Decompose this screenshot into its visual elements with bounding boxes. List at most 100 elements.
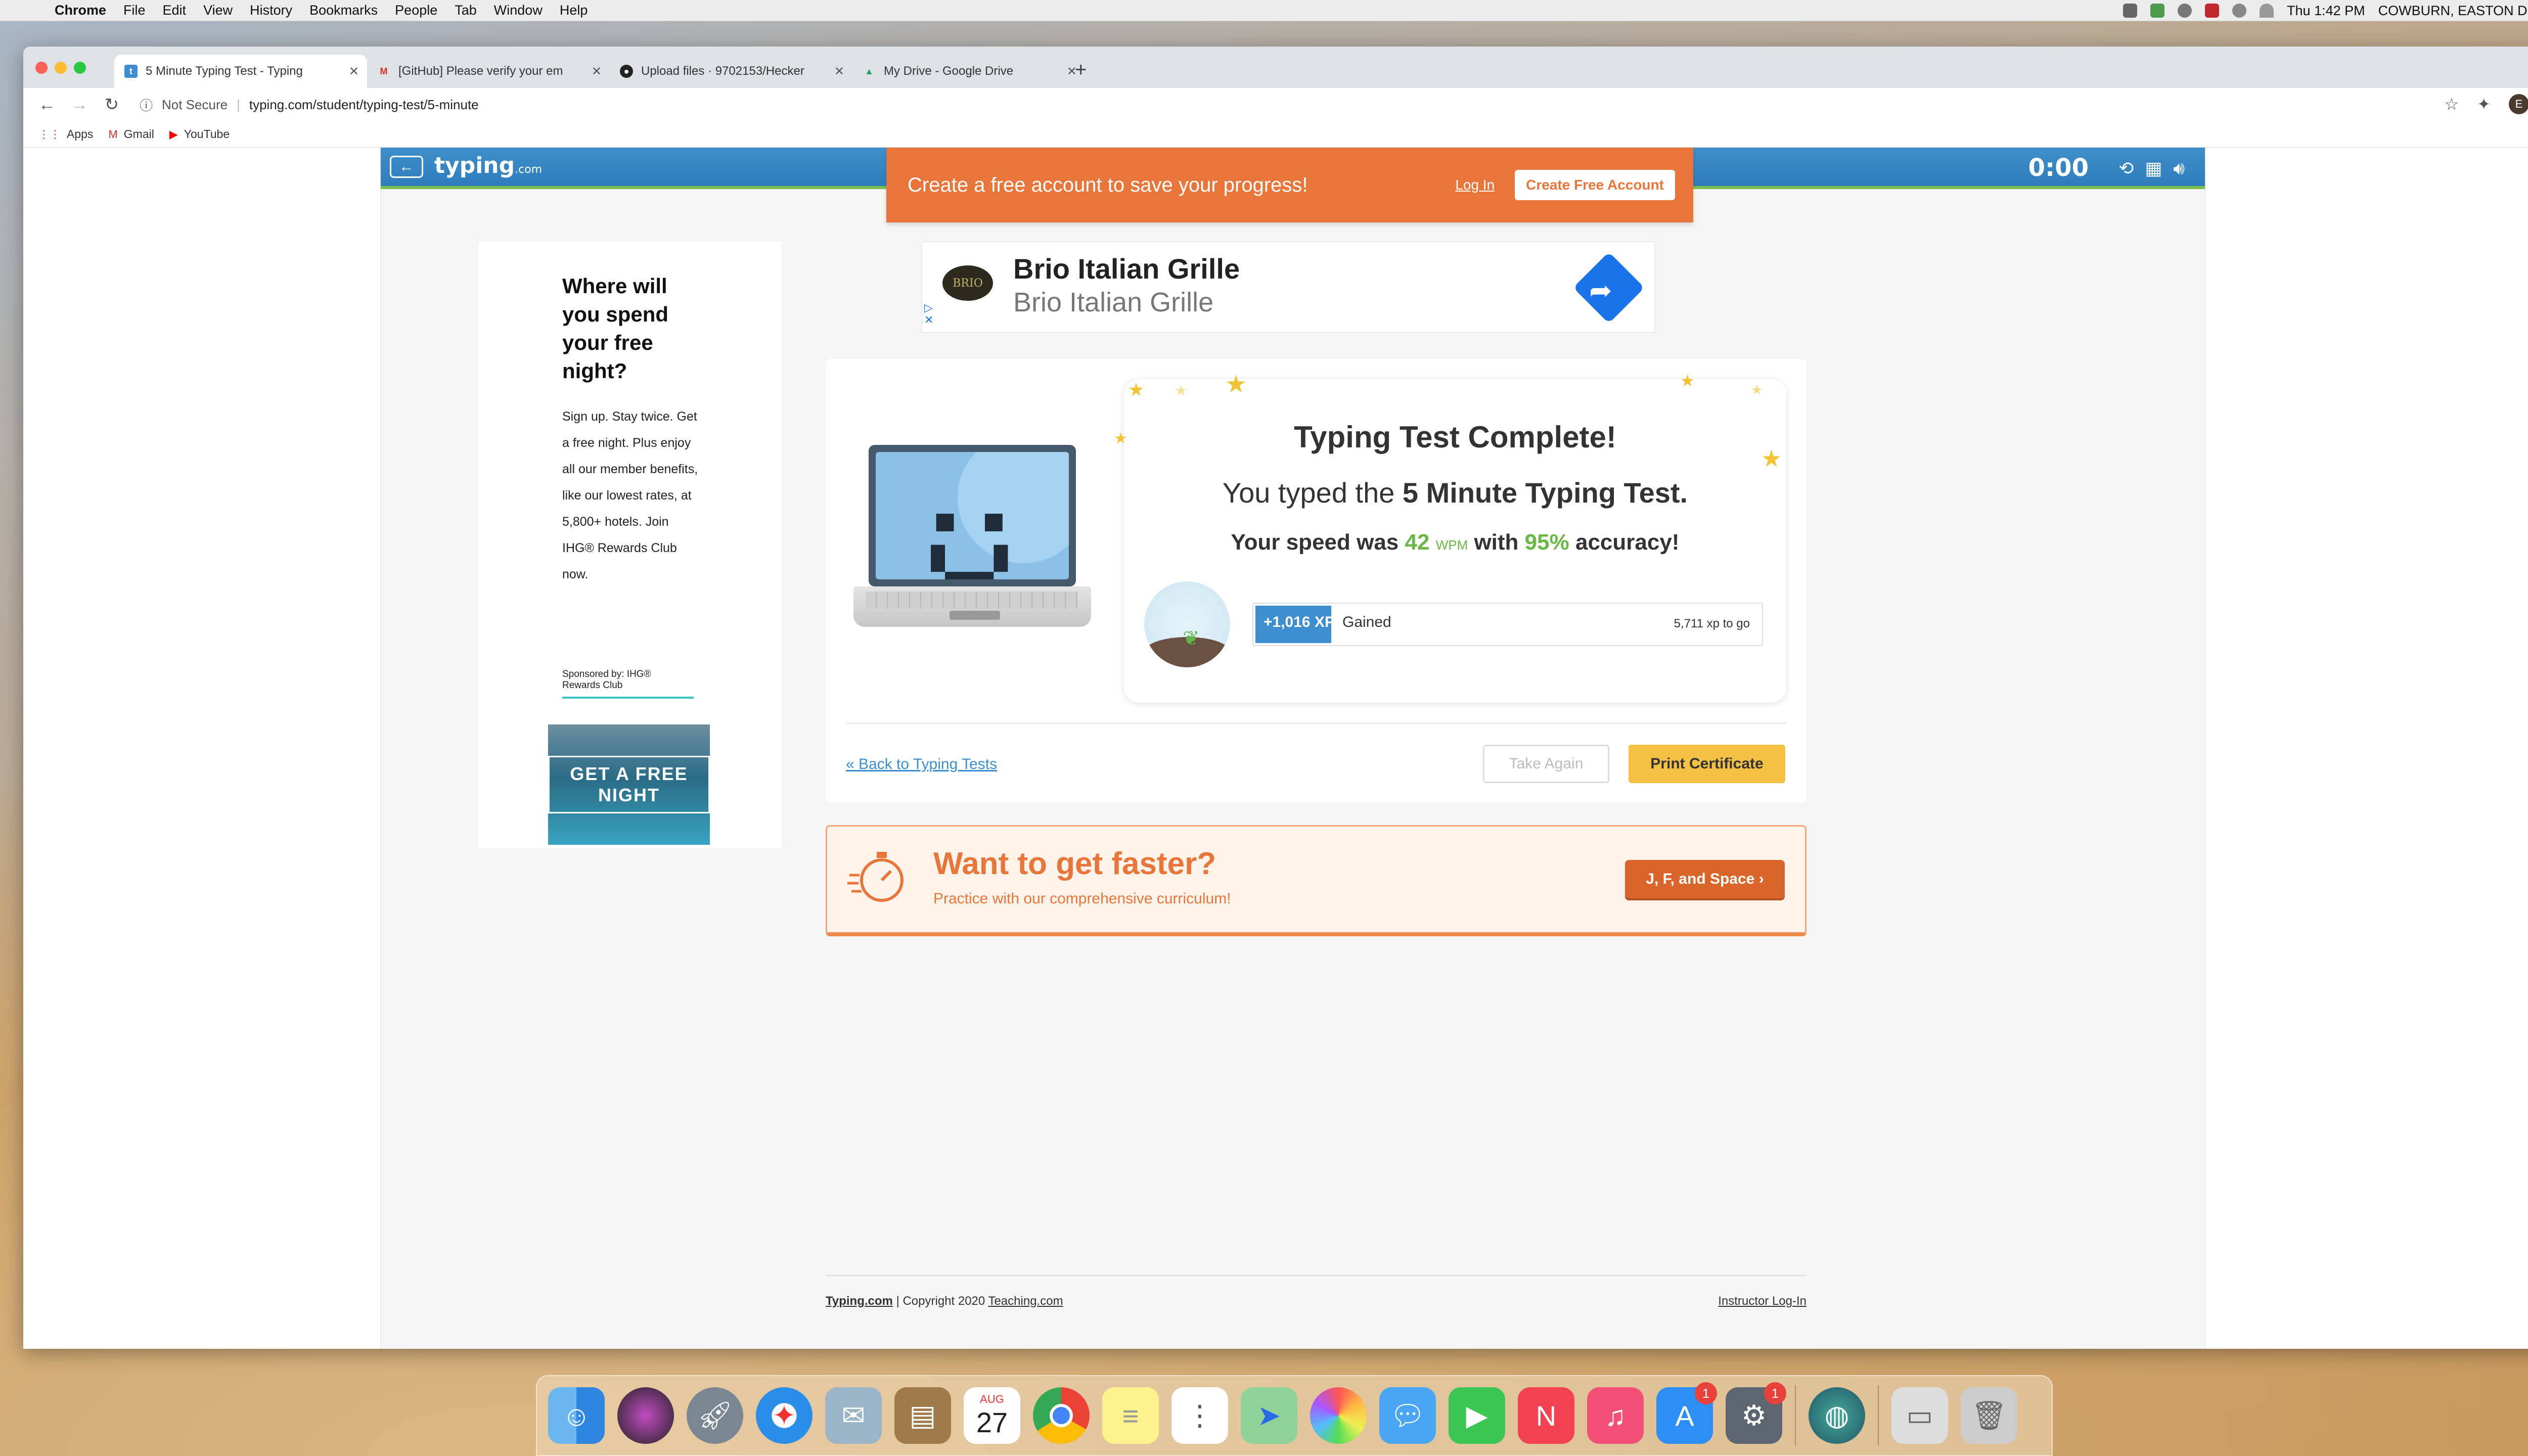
directions-icon[interactable]: ➦ bbox=[1573, 252, 1645, 324]
ad-image[interactable]: GET A FREE NIGHT bbox=[548, 724, 710, 845]
news-icon[interactable]: N bbox=[1518, 1387, 1574, 1444]
bookmark-star-icon[interactable]: ☆ bbox=[2445, 95, 2459, 114]
create-account-button[interactable]: Create Free Account bbox=[1515, 170, 1675, 200]
result-subtitle: You typed the 5 Minute Typing Test. bbox=[1124, 476, 1786, 509]
back-arrow-icon: ← bbox=[399, 158, 414, 175]
status-icon-5[interactable] bbox=[2232, 4, 2247, 18]
page-viewport: ← typing.com 0:00 ⟲ ▦ 🔊︎ Create a free a… bbox=[23, 148, 2528, 1349]
history-icon[interactable]: ⟲ bbox=[2118, 158, 2134, 179]
system-preferences-icon[interactable]: ⚙ 1 bbox=[1726, 1382, 1786, 1444]
contacts-icon[interactable]: ▤ bbox=[894, 1387, 951, 1444]
login-link[interactable]: Log In bbox=[1455, 177, 1495, 193]
status-icon-4[interactable] bbox=[2205, 4, 2220, 18]
site-logo[interactable]: typing.com bbox=[434, 153, 542, 178]
tab-close-icon[interactable]: ✕ bbox=[834, 64, 844, 79]
messages-icon[interactable]: 💬︎ bbox=[1379, 1387, 1436, 1444]
sound-icon[interactable]: 🔊︎ bbox=[2173, 158, 2185, 179]
footer-teaching-link[interactable]: Teaching.com bbox=[988, 1294, 1063, 1308]
zoom-window-button[interactable] bbox=[74, 62, 86, 74]
bookmark-youtube[interactable]: ▶ YouTube bbox=[169, 127, 230, 141]
menu-bookmarks[interactable]: Bookmarks bbox=[309, 3, 378, 18]
sidebar-ad[interactable]: Where will you spend your free night? Si… bbox=[478, 242, 782, 848]
reminders-icon[interactable]: ⋮ bbox=[1171, 1387, 1228, 1444]
footer-typing-link[interactable]: Typing.com bbox=[826, 1294, 893, 1308]
tab-title: Upload files · 9702153/Hecker bbox=[641, 64, 804, 78]
new-tab-icon[interactable]: + bbox=[1075, 59, 1087, 81]
status-icon-2[interactable] bbox=[2150, 4, 2165, 18]
menu-edit[interactable]: Edit bbox=[163, 3, 187, 18]
tab-google-drive[interactable]: ▲ My Drive - Google Drive ✕ bbox=[852, 55, 1085, 88]
menu-history[interactable]: History bbox=[250, 3, 292, 18]
adchoices-icon[interactable]: ▷ ✕ bbox=[924, 302, 933, 326]
launchpad-icon[interactable]: 🚀︎ bbox=[687, 1387, 743, 1444]
siri-icon[interactable] bbox=[617, 1387, 674, 1444]
result-speed: Your speed was 42 WPM with 95% accuracy! bbox=[1124, 530, 1786, 555]
profile-avatar[interactable]: E bbox=[2509, 94, 2528, 114]
keyboard-icon[interactable]: ▦ bbox=[2145, 158, 2162, 179]
downloads-icon[interactable]: ▭ bbox=[1891, 1387, 1948, 1444]
back-arrow-icon[interactable]: ← bbox=[38, 95, 56, 115]
tab-github-email[interactable]: M [GitHub] Please verify your em ✕ bbox=[367, 55, 610, 88]
menu-app-name[interactable]: Chrome bbox=[55, 3, 106, 18]
forward-arrow-icon[interactable]: → bbox=[71, 95, 88, 115]
wifi-icon[interactable] bbox=[2260, 4, 2274, 18]
url-text[interactable]: typing.com/student/typing-test/5-minute bbox=[249, 97, 479, 113]
finder-icon[interactable]: ☺ bbox=[548, 1387, 605, 1444]
minimize-window-button[interactable] bbox=[55, 62, 67, 74]
take-again-button[interactable]: Take Again bbox=[1483, 745, 1609, 783]
menu-window[interactable]: Window bbox=[494, 3, 543, 18]
address-bar[interactable]: ⓘ Not Secure | typing.com/student/typing… bbox=[140, 92, 2415, 117]
photos-icon[interactable] bbox=[1310, 1387, 1367, 1444]
github-icon: ● bbox=[620, 65, 633, 78]
status-icon-1[interactable] bbox=[2123, 4, 2138, 18]
safari-icon[interactable]: ✦ bbox=[756, 1387, 812, 1444]
chrome-icon[interactable] bbox=[1033, 1387, 1090, 1444]
tab-strip: t 5 Minute Typing Test - Typing ✕ M [Git… bbox=[23, 47, 2528, 88]
test-timer: 0:00 bbox=[2028, 154, 2089, 182]
tab-title: 5 Minute Typing Test - Typing bbox=[146, 64, 303, 78]
maps-icon[interactable]: ➤ bbox=[1241, 1387, 1297, 1444]
tab-github-upload[interactable]: ● Upload files · 9702153/Hecker ✕ bbox=[610, 55, 852, 88]
bookmark-gmail[interactable]: M Gmail bbox=[108, 127, 154, 141]
tab-close-icon[interactable]: ✕ bbox=[592, 64, 602, 79]
app-store-icon[interactable]: A1 bbox=[1656, 1382, 1717, 1444]
notes-icon[interactable]: ≡ bbox=[1102, 1387, 1159, 1444]
stopwatch-icon bbox=[847, 852, 904, 902]
info-icon[interactable]: ⓘ bbox=[140, 96, 153, 114]
menu-people[interactable]: People bbox=[395, 3, 437, 18]
site-footer: Typing.com | Copyright 2020 Teaching.com… bbox=[826, 1294, 1807, 1308]
lesson-button[interactable]: J, F, and Space › bbox=[1625, 860, 1785, 898]
mail-icon[interactable]: ✉ bbox=[825, 1387, 882, 1444]
extensions-puzzle-icon[interactable]: ✦ bbox=[2477, 95, 2491, 114]
signup-banner: Create a free account to save your progr… bbox=[886, 148, 1693, 222]
top-ad[interactable]: BRIO Brio Italian Grille Brio Italian Gr… bbox=[922, 242, 1655, 333]
globe-app-icon[interactable]: ◍ bbox=[1809, 1387, 1865, 1444]
bookmark-apps[interactable]: ⋮⋮ Apps bbox=[38, 127, 93, 141]
xp-gained-value: +1,016 XP bbox=[1263, 614, 1335, 630]
tab-typing-test[interactable]: t 5 Minute Typing Test - Typing ✕ bbox=[114, 55, 367, 88]
speed-mid: with bbox=[1468, 530, 1525, 555]
site-back-button[interactable]: ← bbox=[390, 156, 423, 178]
close-window-button[interactable] bbox=[35, 62, 48, 74]
menu-file[interactable]: File bbox=[123, 3, 146, 18]
typing-favicon: t bbox=[124, 65, 138, 78]
print-certificate-button[interactable]: Print Certificate bbox=[1629, 745, 1785, 783]
trash-icon[interactable]: 🗑︎ bbox=[1961, 1387, 2017, 1444]
smiley-face-icon: ▪ ▪ ▚▄▞ bbox=[931, 492, 1008, 579]
music-icon[interactable]: ♫ bbox=[1587, 1387, 1644, 1444]
omnibox-separator: | bbox=[237, 97, 240, 112]
facetime-icon[interactable]: ▶ bbox=[1449, 1387, 1505, 1444]
reload-icon[interactable]: ↻ bbox=[103, 95, 120, 115]
menu-view[interactable]: View bbox=[203, 3, 233, 18]
instructor-login-link[interactable]: Instructor Log-In bbox=[1718, 1294, 1807, 1308]
menubar-user[interactable]: COWBURN, EASTON D bbox=[2378, 3, 2527, 19]
dock-divider bbox=[1795, 1385, 1796, 1446]
menu-tab[interactable]: Tab bbox=[455, 3, 477, 18]
back-to-tests-link[interactable]: « Back to Typing Tests bbox=[846, 756, 997, 773]
menu-help[interactable]: Help bbox=[560, 3, 588, 18]
tab-close-icon[interactable]: ✕ bbox=[349, 64, 359, 79]
bookmark-label: Gmail bbox=[123, 127, 154, 141]
calendar-icon[interactable]: AUG 27 bbox=[964, 1387, 1020, 1444]
menubar-clock[interactable]: Thu 1:42 PM bbox=[2287, 3, 2365, 19]
status-icon-3[interactable] bbox=[2178, 4, 2192, 18]
